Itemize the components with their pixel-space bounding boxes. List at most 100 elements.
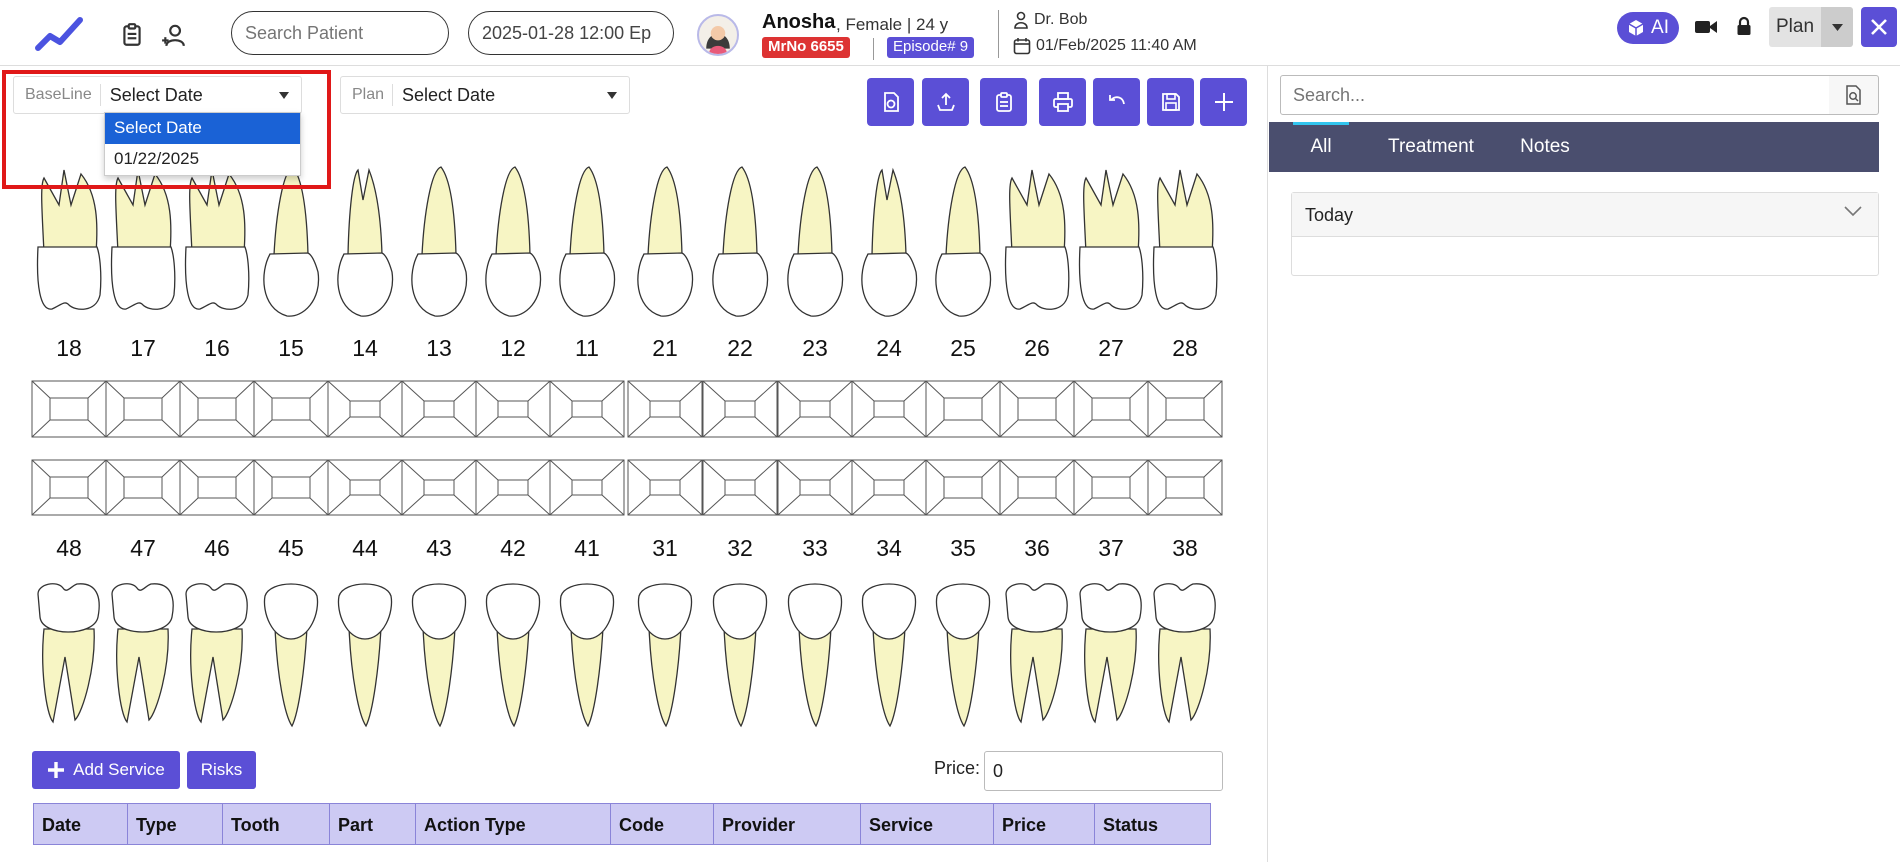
clipboard-icon[interactable] (119, 22, 145, 48)
plan-add-button[interactable] (1861, 7, 1897, 47)
lower-tooth[interactable] (935, 583, 991, 728)
surface-occlusal[interactable] (943, 476, 983, 499)
tooth-surface-cell[interactable] (702, 459, 778, 516)
tooth-number-12[interactable]: 12 (483, 335, 543, 362)
tooth-surface-cell[interactable] (475, 459, 551, 516)
tooth-number-21[interactable]: 21 (635, 335, 695, 362)
tooth-number-23[interactable]: 23 (785, 335, 845, 362)
tooth-number-41[interactable]: 41 (557, 535, 617, 562)
upper-tooth[interactable] (637, 166, 694, 317)
tooth-surface-cell[interactable] (327, 380, 403, 438)
episode-datetime-field[interactable]: 2025-01-28 12:00 Ep (468, 11, 674, 55)
today-accordion-header[interactable]: Today (1292, 193, 1878, 237)
plan-date-select[interactable]: Plan Select Date (340, 76, 630, 114)
lower-tooth[interactable] (861, 583, 917, 728)
tooth-number-44[interactable]: 44 (335, 535, 395, 562)
tooth-surface-cell[interactable] (31, 459, 107, 516)
column-header-status[interactable]: Status (1095, 804, 1210, 844)
surface-occlusal[interactable] (197, 397, 237, 421)
surface-occlusal[interactable] (799, 400, 831, 418)
surface-occlusal[interactable] (649, 479, 681, 496)
video-icon[interactable] (1694, 18, 1718, 36)
tab-notes[interactable]: Notes (1485, 122, 1605, 172)
upper-tooth[interactable] (36, 169, 102, 310)
history-search-button[interactable] (1829, 75, 1879, 115)
surface-occlusal[interactable] (49, 397, 89, 421)
surface-occlusal[interactable] (571, 400, 603, 418)
tooth-surface-cell[interactable] (401, 459, 477, 516)
tooth-number-15[interactable]: 15 (261, 335, 321, 362)
tooth-surface-cell[interactable] (105, 380, 181, 438)
lower-tooth[interactable] (263, 583, 319, 728)
tooth-number-37[interactable]: 37 (1081, 535, 1141, 562)
baseline-date-select[interactable]: BaseLine Select Date (13, 76, 302, 114)
upper-tooth[interactable] (337, 167, 394, 317)
upper-tooth[interactable] (559, 166, 616, 317)
column-header-provider[interactable]: Provider (714, 804, 861, 844)
tooth-number-48[interactable]: 48 (39, 535, 99, 562)
column-header-service[interactable]: Service (861, 804, 994, 844)
tooth-number-31[interactable]: 31 (635, 535, 695, 562)
upper-tooth[interactable] (263, 166, 320, 317)
lower-tooth[interactable] (37, 583, 100, 724)
surface-occlusal[interactable] (423, 479, 455, 496)
tooth-surface-cell[interactable] (475, 380, 551, 438)
surface-occlusal[interactable] (799, 479, 831, 496)
tooth-surface-cell[interactable] (1147, 459, 1223, 516)
upper-tooth[interactable] (787, 166, 844, 317)
price-input[interactable]: 0 (984, 751, 1223, 791)
tooth-number-47[interactable]: 47 (113, 535, 173, 562)
patient-avatar[interactable] (697, 14, 739, 56)
lower-tooth[interactable] (185, 583, 248, 724)
surface-occlusal[interactable] (1165, 397, 1205, 421)
upper-tooth[interactable] (712, 166, 769, 317)
tooth-number-17[interactable]: 17 (113, 335, 173, 362)
history-search-field[interactable] (1280, 75, 1830, 115)
upper-tooth[interactable] (485, 166, 542, 317)
history-search-input[interactable] (1293, 84, 1817, 106)
patient-search-input[interactable] (245, 22, 435, 44)
tooth-number-26[interactable]: 26 (1007, 335, 1067, 362)
surface-occlusal[interactable] (49, 476, 89, 499)
surface-occlusal[interactable] (1017, 397, 1057, 421)
dropdown-option-date[interactable]: 01/22/2025 (105, 144, 300, 175)
surface-occlusal[interactable] (1091, 397, 1131, 421)
surface-occlusal[interactable] (271, 476, 311, 499)
upper-tooth[interactable] (861, 167, 918, 317)
surface-occlusal[interactable] (1091, 476, 1131, 499)
save-button[interactable] (1147, 78, 1194, 126)
tooth-surface-cell[interactable] (999, 380, 1075, 438)
lower-tooth[interactable] (1079, 583, 1142, 724)
column-header-type[interactable]: Type (128, 804, 223, 844)
tooth-number-42[interactable]: 42 (483, 535, 543, 562)
lower-tooth[interactable] (485, 583, 541, 728)
upper-tooth[interactable] (184, 169, 250, 310)
tab-all[interactable]: All (1293, 122, 1349, 172)
upper-tooth[interactable] (935, 166, 992, 317)
column-header-date[interactable]: Date (34, 804, 128, 844)
tooth-surface-cell[interactable] (179, 380, 255, 438)
lower-tooth[interactable] (1005, 583, 1068, 724)
tooth-surface-cell[interactable] (851, 380, 927, 438)
surface-occlusal[interactable] (497, 400, 529, 418)
tooth-number-11[interactable]: 11 (557, 335, 617, 362)
tooth-surface-cell[interactable] (999, 459, 1075, 516)
column-header-code[interactable]: Code (611, 804, 714, 844)
tooth-surface-cell[interactable] (1073, 380, 1149, 438)
tooth-number-34[interactable]: 34 (859, 535, 919, 562)
tooth-surface-cell[interactable] (702, 380, 778, 438)
add-button[interactable] (1200, 78, 1247, 126)
tab-treatment[interactable]: Treatment (1369, 122, 1493, 172)
tooth-surface-cell[interactable] (777, 380, 853, 438)
upper-tooth[interactable] (1004, 169, 1070, 310)
tooth-surface-cell[interactable] (1147, 380, 1223, 438)
tooth-number-46[interactable]: 46 (187, 535, 247, 562)
tooth-number-32[interactable]: 32 (710, 535, 770, 562)
surface-occlusal[interactable] (423, 400, 455, 418)
upper-tooth[interactable] (1078, 169, 1144, 310)
surface-occlusal[interactable] (724, 479, 756, 496)
tooth-number-22[interactable]: 22 (710, 335, 770, 362)
plan-select-toggle[interactable] (1821, 7, 1853, 47)
column-header-action-type[interactable]: Action Type (416, 804, 611, 844)
lower-tooth[interactable] (337, 583, 393, 728)
